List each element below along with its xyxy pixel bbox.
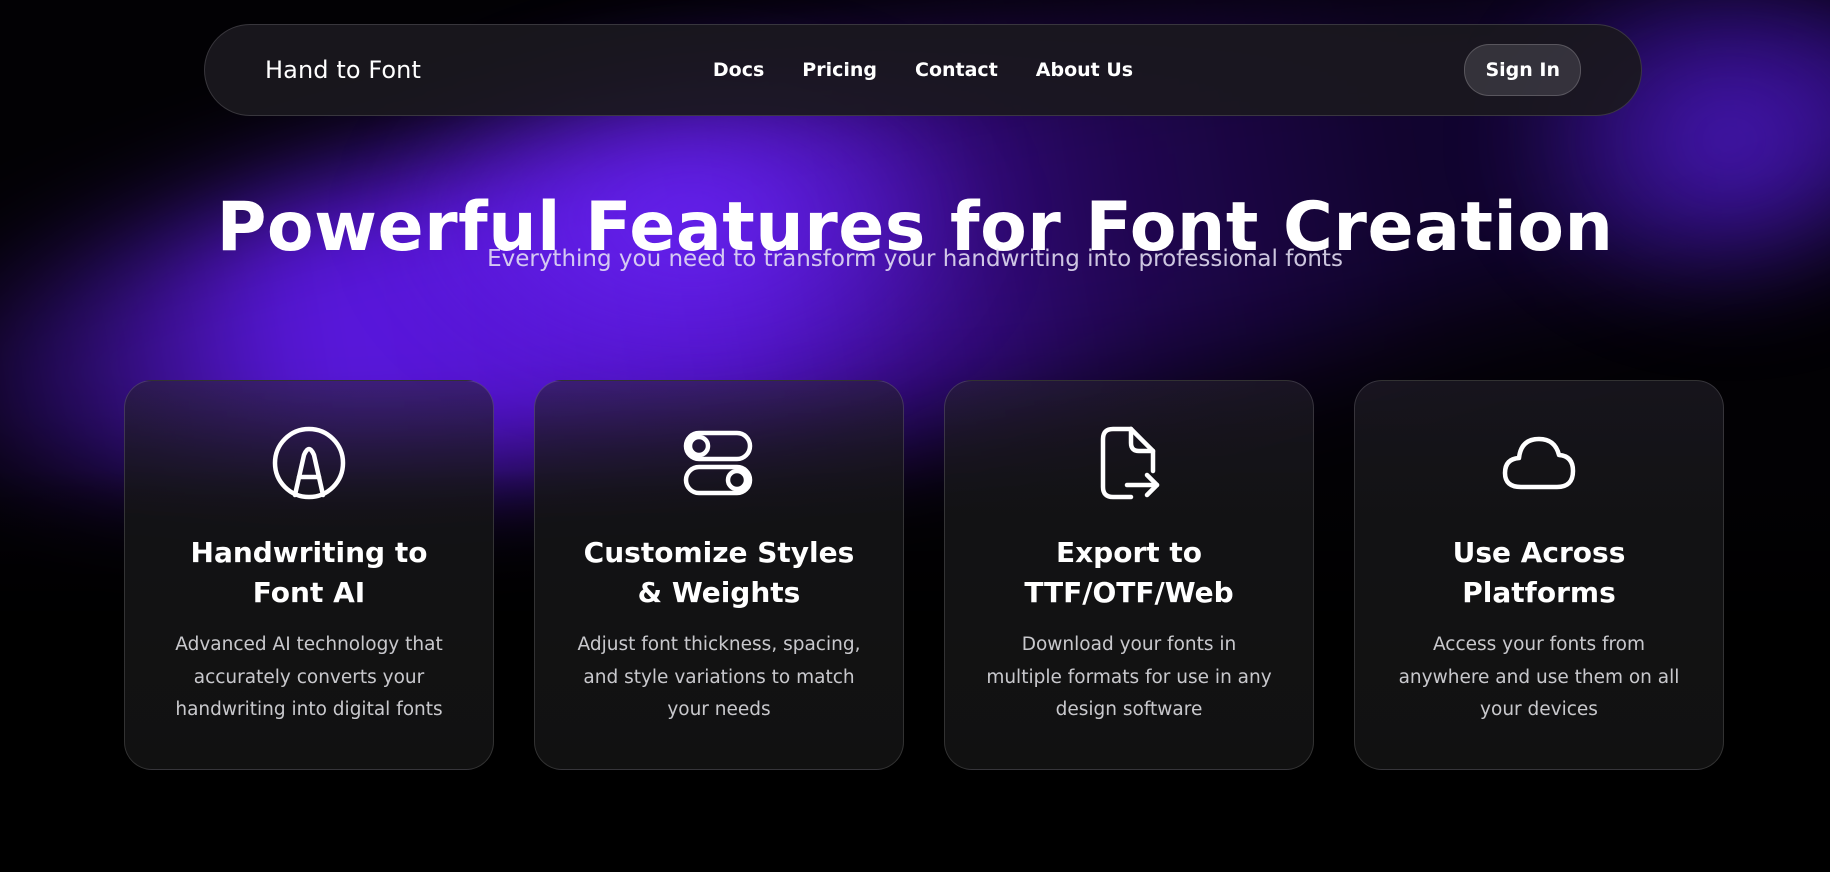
feature-card-customize: Customize Styles & Weights Adjust font t… xyxy=(534,380,904,770)
handwriting-a-icon xyxy=(271,425,347,501)
nav-link-docs[interactable]: Docs xyxy=(713,59,764,81)
feature-cards: Handwriting to Font AI Advanced AI techn… xyxy=(124,380,1724,770)
feature-card-handwriting: Handwriting to Font AI Advanced AI techn… xyxy=(124,380,494,770)
toggle-icon xyxy=(681,425,757,501)
file-export-icon xyxy=(1091,425,1167,501)
nav-link-contact[interactable]: Contact xyxy=(915,59,998,81)
sign-in-button[interactable]: Sign In xyxy=(1464,44,1581,96)
feature-title: Use Across Platforms xyxy=(1452,536,1626,609)
nav-link-pricing[interactable]: Pricing xyxy=(802,59,877,81)
page-subtitle: Everything you need to transform your ha… xyxy=(487,246,1343,272)
feature-title: Export to TTF/OTF/Web xyxy=(1024,536,1234,609)
navbar: Hand to Font Docs Pricing Contact About … xyxy=(204,24,1642,116)
feature-description: Advanced AI technology that accurately c… xyxy=(175,634,443,720)
feature-card-export: Export to TTF/OTF/Web Download your font… xyxy=(944,380,1314,770)
nav-link-about-us[interactable]: About Us xyxy=(1036,59,1133,81)
page: Hand to Font Docs Pricing Contact About … xyxy=(0,0,1830,872)
brand-logo[interactable]: Hand to Font xyxy=(265,56,421,84)
cloud-icon xyxy=(1501,425,1577,501)
feature-description: Download your fonts in multiple formats … xyxy=(986,634,1272,720)
feature-card-platforms: Use Across Platforms Access your fonts f… xyxy=(1354,380,1724,770)
feature-description: Access your fonts from anywhere and use … xyxy=(1398,634,1680,720)
feature-title: Customize Styles & Weights xyxy=(583,536,855,609)
feature-title: Handwriting to Font AI xyxy=(190,536,428,609)
feature-description: Adjust font thickness, spacing, and styl… xyxy=(577,634,861,720)
